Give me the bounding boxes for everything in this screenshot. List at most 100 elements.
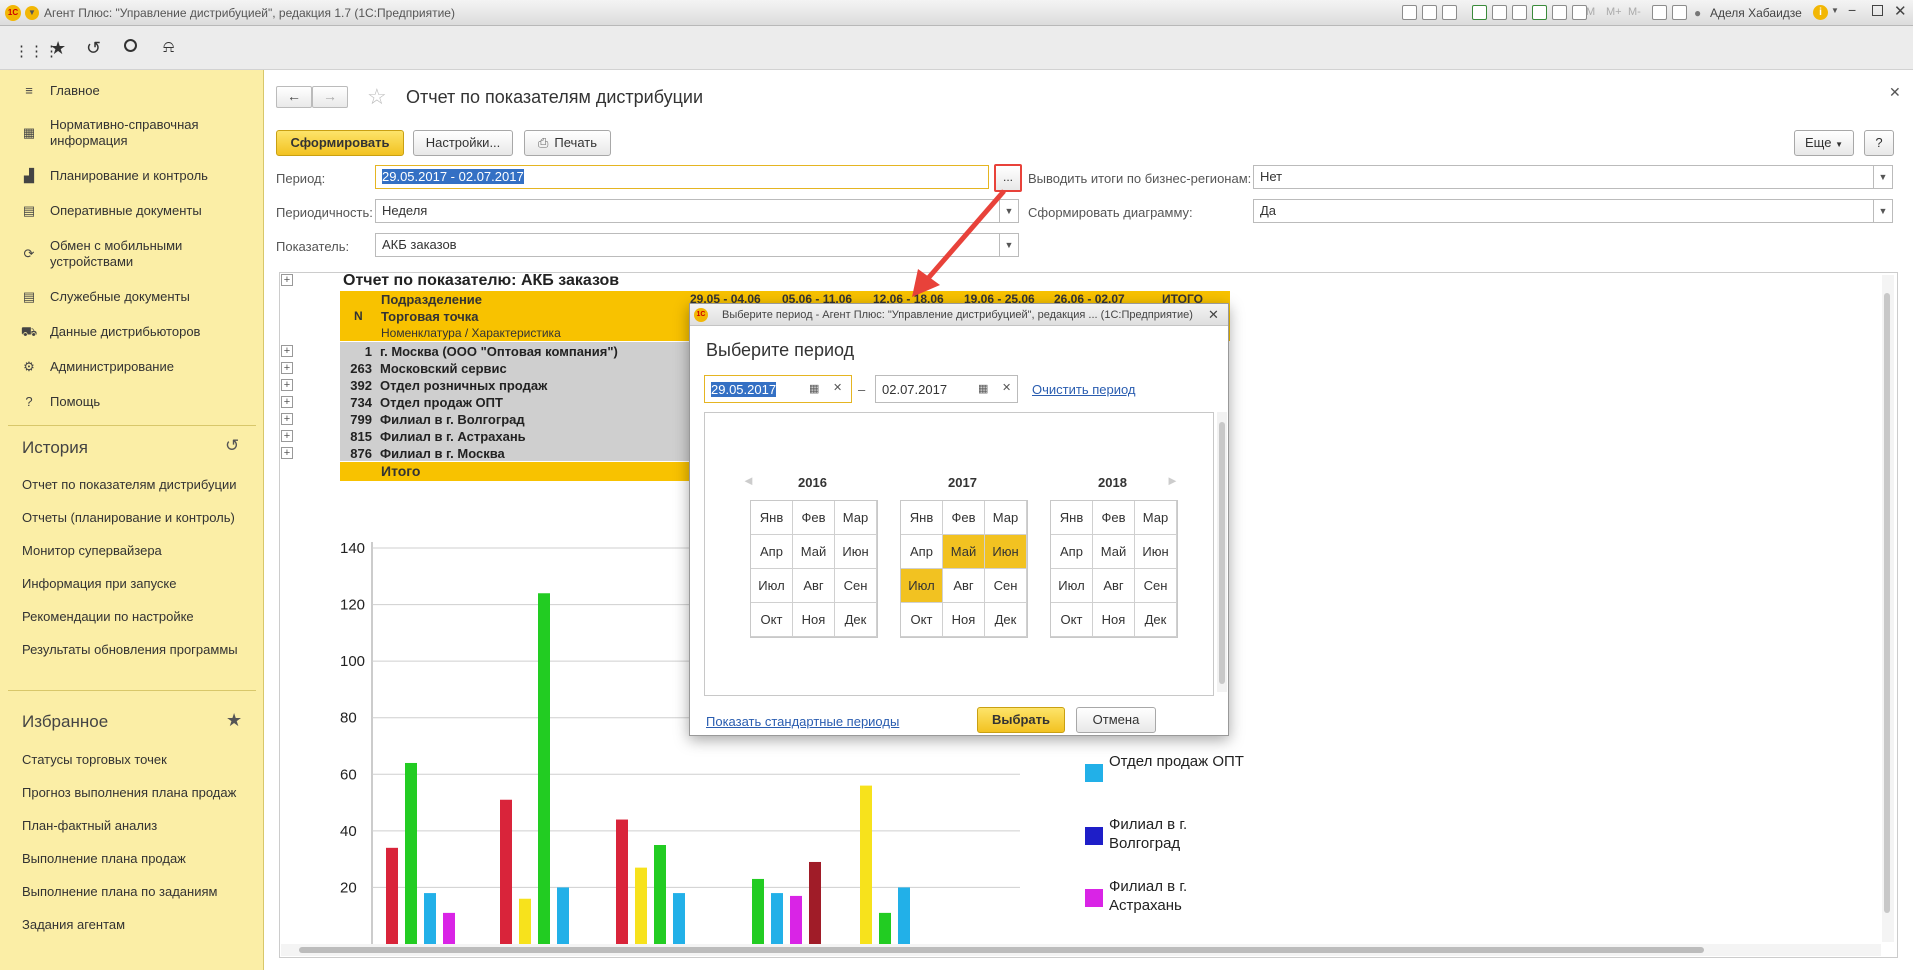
- date-from-input[interactable]: 29.05.2017 ▦ ✕: [704, 375, 852, 403]
- info-dropdown-icon[interactable]: ▼: [1831, 6, 1839, 15]
- memory-m-label[interactable]: M: [1586, 6, 1595, 18]
- notifications-bell-icon[interactable]: ⍾: [163, 37, 174, 57]
- app-menu-icon[interactable]: ▼: [25, 6, 39, 20]
- month-cell[interactable]: Авг: [793, 569, 835, 603]
- dialog-scrollbar[interactable]: [1217, 412, 1227, 692]
- select-button[interactable]: Выбрать: [977, 707, 1065, 733]
- table-row[interactable]: 734 Отдел продаж ОПТ: [340, 394, 503, 411]
- month-cell[interactable]: Дек: [985, 603, 1027, 637]
- mail-icon[interactable]: [1492, 5, 1507, 20]
- favorite-item[interactable]: План-фактный анализ: [22, 818, 157, 833]
- month-cell[interactable]: Авг: [943, 569, 985, 603]
- period-input[interactable]: 29.05.2017 - 02.07.2017: [375, 165, 989, 189]
- memory-mminus-label[interactable]: M-: [1628, 6, 1641, 18]
- favorite-item[interactable]: Прогноз выполнения плана продаж: [22, 785, 236, 800]
- month-cell[interactable]: Мар: [835, 501, 877, 535]
- month-cell[interactable]: Июн: [835, 535, 877, 569]
- history-clock-icon[interactable]: ↺: [225, 436, 239, 456]
- favorite-item[interactable]: Задания агентам: [22, 917, 125, 932]
- print-icon[interactable]: [1422, 5, 1437, 20]
- calendar-icon[interactable]: [1572, 5, 1587, 20]
- info-icon[interactable]: i: [1813, 5, 1828, 20]
- month-cell[interactable]: Июн: [1135, 535, 1177, 569]
- expand-icon[interactable]: +: [281, 447, 293, 459]
- scroll-thumb[interactable]: [299, 947, 1704, 953]
- forward-button[interactable]: →: [312, 86, 348, 108]
- expand-icon[interactable]: +: [281, 274, 293, 286]
- month-cell[interactable]: Май: [1093, 535, 1135, 569]
- month-cell[interactable]: Окт: [901, 603, 943, 637]
- month-cell[interactable]: Фев: [1093, 501, 1135, 535]
- month-cell[interactable]: Апр: [1051, 535, 1093, 569]
- month-cell[interactable]: Янв: [751, 501, 793, 535]
- month-cell[interactable]: Окт: [1051, 603, 1093, 637]
- month-cell[interactable]: Ноя: [943, 603, 985, 637]
- history-item[interactable]: Рекомендации по настройке: [22, 609, 194, 624]
- month-cell[interactable]: Май: [793, 535, 835, 569]
- month-cell[interactable]: Ноя: [793, 603, 835, 637]
- month-cell[interactable]: Мар: [1135, 501, 1177, 535]
- history-item[interactable]: Монитор супервайзера: [22, 543, 162, 558]
- app-logo-icon[interactable]: 1C: [5, 5, 21, 21]
- scroll-thumb[interactable]: [1219, 422, 1225, 684]
- cancel-button[interactable]: Отмена: [1076, 707, 1156, 733]
- clear-date-icon[interactable]: ✕: [1002, 381, 1011, 394]
- favorite-star-icon[interactable]: ☆: [367, 84, 387, 110]
- history-item[interactable]: Информация при запуске: [22, 576, 177, 591]
- dialog-close-icon[interactable]: ✕: [1208, 307, 1219, 323]
- upload-icon[interactable]: [1472, 5, 1487, 20]
- month-cell[interactable]: Дек: [1135, 603, 1177, 637]
- expand-icon[interactable]: +: [281, 430, 293, 442]
- month-cell[interactable]: Сен: [1135, 569, 1177, 603]
- expand-icon[interactable]: +: [281, 362, 293, 374]
- back-button[interactable]: ←: [276, 86, 312, 108]
- table-row[interactable]: 815 Филиал в г. Астрахань: [340, 428, 525, 445]
- panels-icon[interactable]: [1672, 5, 1687, 20]
- expand-icon[interactable]: +: [281, 413, 293, 425]
- preview-icon[interactable]: [1442, 5, 1457, 20]
- month-cell[interactable]: Июл: [901, 569, 943, 603]
- table-row[interactable]: 263 Московский сервис: [340, 360, 506, 377]
- minimize-icon[interactable]: −: [1848, 2, 1856, 18]
- calendar-icon[interactable]: ▦: [809, 382, 819, 395]
- month-cell[interactable]: Сен: [835, 569, 877, 603]
- chart-dropdown-icon[interactable]: ▼: [1873, 199, 1893, 223]
- prev-year-icon[interactable]: ◄: [742, 473, 755, 488]
- table-row[interactable]: 799 Филиал в г. Волгоград: [340, 411, 524, 428]
- month-cell[interactable]: Янв: [1051, 501, 1093, 535]
- scroll-thumb[interactable]: [1884, 293, 1890, 913]
- month-cell[interactable]: Июл: [751, 569, 793, 603]
- month-cell[interactable]: Июл: [1051, 569, 1093, 603]
- save-icon[interactable]: [1402, 5, 1417, 20]
- memory-mplus-label[interactable]: M+: [1606, 6, 1622, 18]
- clear-period-link[interactable]: Очистить период: [1032, 382, 1136, 397]
- maximize-icon[interactable]: [1872, 5, 1883, 16]
- expand-icon[interactable]: +: [281, 396, 293, 408]
- close-form-icon[interactable]: ✕: [1889, 84, 1901, 101]
- month-cell[interactable]: Фев: [943, 501, 985, 535]
- calendar-icon[interactable]: ▦: [978, 382, 988, 395]
- regions-dropdown-icon[interactable]: ▼: [1873, 165, 1893, 189]
- clear-date-icon[interactable]: ✕: [833, 381, 842, 394]
- standard-periods-link[interactable]: Показать стандартные периоды: [706, 714, 899, 729]
- spreadsheet-icon[interactable]: [1532, 5, 1547, 20]
- favorite-item[interactable]: Статусы торговых точек: [22, 752, 167, 767]
- month-cell[interactable]: Авг: [1093, 569, 1135, 603]
- settings-button[interactable]: Настройки...: [413, 130, 513, 156]
- expand-icon[interactable]: +: [281, 379, 293, 391]
- month-cell[interactable]: Сен: [985, 569, 1027, 603]
- history-item[interactable]: Отчет по показателям дистрибуции: [22, 477, 237, 492]
- month-cell[interactable]: Янв: [901, 501, 943, 535]
- search-icon[interactable]: [124, 39, 137, 52]
- month-cell[interactable]: Апр: [751, 535, 793, 569]
- expand-icon[interactable]: +: [281, 345, 293, 357]
- month-cell[interactable]: Апр: [901, 535, 943, 569]
- close-window-icon[interactable]: ✕: [1894, 2, 1907, 20]
- month-cell[interactable]: Фев: [793, 501, 835, 535]
- month-cell[interactable]: Мар: [985, 501, 1027, 535]
- print-button[interactable]: ⎙ Печать: [524, 130, 611, 156]
- generate-button[interactable]: Сформировать: [276, 130, 404, 156]
- chart-select[interactable]: Да: [1253, 199, 1874, 223]
- favorite-item[interactable]: Выполнение плана продаж: [22, 851, 186, 866]
- user-name[interactable]: Аделя Хабаидзе: [1710, 6, 1802, 20]
